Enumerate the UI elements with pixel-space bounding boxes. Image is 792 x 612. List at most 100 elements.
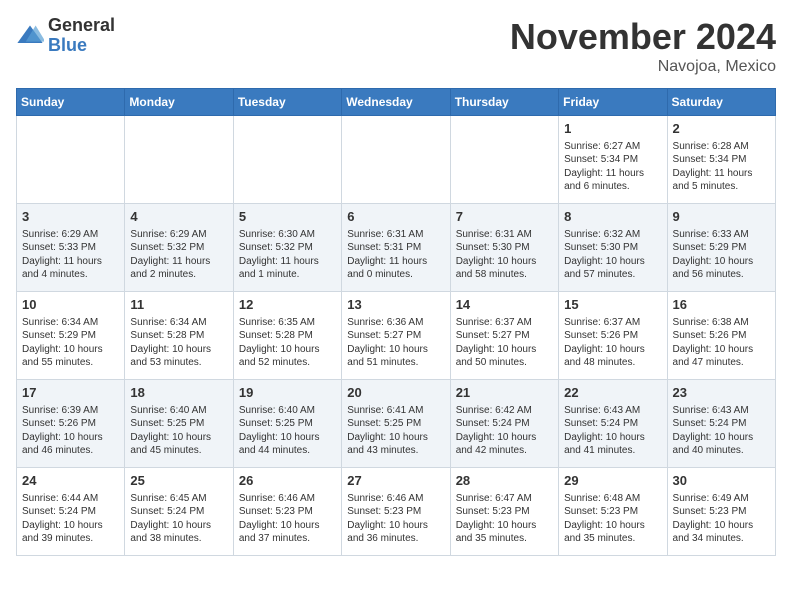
day-info-line: Sunset: 5:24 PM: [130, 505, 227, 519]
day-info-line: Sunset: 5:30 PM: [456, 241, 553, 255]
logo-text: General Blue: [48, 16, 115, 56]
calendar-header: SundayMondayTuesdayWednesdayThursdayFrid…: [17, 89, 776, 116]
day-info-line: Sunrise: 6:35 AM: [239, 316, 336, 330]
calendar-cell: [17, 116, 125, 204]
day-info-line: Sunrise: 6:49 AM: [673, 492, 770, 506]
calendar-cell: [233, 116, 341, 204]
day-info-line: Sunset: 5:23 PM: [673, 505, 770, 519]
day-info-line: Daylight: 10 hours and 37 minutes.: [239, 519, 336, 546]
day-info-line: Sunset: 5:29 PM: [673, 241, 770, 255]
day-info-line: Daylight: 10 hours and 41 minutes.: [564, 431, 661, 458]
day-number: 25: [130, 472, 227, 490]
day-number: 14: [456, 296, 553, 314]
day-number: 26: [239, 472, 336, 490]
day-info-line: Sunset: 5:25 PM: [239, 417, 336, 431]
calendar-cell: 8Sunrise: 6:32 AMSunset: 5:30 PMDaylight…: [559, 204, 667, 292]
day-number: 2: [673, 120, 770, 138]
day-info-line: Sunrise: 6:44 AM: [22, 492, 119, 506]
calendar-table: SundayMondayTuesdayWednesdayThursdayFrid…: [16, 88, 776, 556]
calendar-cell: 7Sunrise: 6:31 AMSunset: 5:30 PMDaylight…: [450, 204, 558, 292]
calendar-cell: 22 Sunrise: 6:43 AMSunset: 5:24 PMDayligh…: [559, 380, 667, 468]
calendar-cell: 2Sunrise: 6:28 AMSunset: 5:34 PMDaylight…: [667, 116, 775, 204]
calendar-week-row: 3Sunrise: 6:29 AMSunset: 5:33 PMDaylight…: [17, 204, 776, 292]
day-info-line: Daylight: 10 hours and 40 minutes.: [673, 431, 770, 458]
day-info-line: Daylight: 11 hours and 6 minutes.: [564, 167, 661, 194]
day-number: 10: [22, 296, 119, 314]
day-info-line: Sunset: 5:24 PM: [673, 417, 770, 431]
day-number: 21: [456, 384, 553, 402]
month-title: November 2024: [510, 16, 776, 58]
calendar-cell: 15 Sunrise: 6:37 AMSunset: 5:26 PMDayligh…: [559, 292, 667, 380]
day-number: 22: [564, 384, 661, 402]
calendar-cell: 27Sunrise: 6:46 AMSunset: 5:23 PMDayligh…: [342, 468, 450, 556]
day-info-line: Sunrise: 6:29 AM: [22, 228, 119, 242]
logo-icon: [16, 22, 44, 50]
day-info-line: Sunrise: 6:43 AM: [564, 404, 661, 418]
day-number: 15: [564, 296, 661, 314]
day-info-line: Sunrise: 6:36 AM: [347, 316, 444, 330]
calendar-cell: [342, 116, 450, 204]
weekday-header-row: SundayMondayTuesdayWednesdayThursdayFrid…: [17, 89, 776, 116]
day-info-line: Sunset: 5:25 PM: [130, 417, 227, 431]
weekday-header-friday: Friday: [559, 89, 667, 116]
day-info-line: Daylight: 10 hours and 48 minutes.: [564, 343, 661, 370]
day-number: 24: [22, 472, 119, 490]
calendar-cell: 18Sunrise: 6:40 AMSunset: 5:25 PMDayligh…: [125, 380, 233, 468]
day-number: 5: [239, 208, 336, 226]
page-header: General Blue November 2024 Navojoa, Mexi…: [16, 16, 776, 76]
day-info-line: Sunset: 5:30 PM: [564, 241, 661, 255]
weekday-header-thursday: Thursday: [450, 89, 558, 116]
day-info-line: Sunset: 5:26 PM: [564, 329, 661, 343]
day-number: 30: [673, 472, 770, 490]
day-info-line: Sunset: 5:23 PM: [239, 505, 336, 519]
day-number: 20: [347, 384, 444, 402]
day-info-line: Daylight: 10 hours and 34 minutes.: [673, 519, 770, 546]
calendar-cell: 5Sunrise: 6:30 AMSunset: 5:32 PMDaylight…: [233, 204, 341, 292]
day-info-line: Sunrise: 6:31 AM: [347, 228, 444, 242]
calendar-body: 1Sunrise: 6:27 AMSunset: 5:34 PMDaylight…: [17, 116, 776, 556]
day-info-line: Sunrise: 6:47 AM: [456, 492, 553, 506]
day-info-line: Daylight: 10 hours and 50 minutes.: [456, 343, 553, 370]
day-info-line: Daylight: 11 hours and 4 minutes.: [22, 255, 119, 282]
day-number: 27: [347, 472, 444, 490]
day-number: 4: [130, 208, 227, 226]
day-info-line: Daylight: 11 hours and 0 minutes.: [347, 255, 444, 282]
day-info-line: Sunset: 5:27 PM: [347, 329, 444, 343]
day-info-line: Sunset: 5:34 PM: [564, 153, 661, 167]
calendar-cell: 24Sunrise: 6:44 AMSunset: 5:24 PMDayligh…: [17, 468, 125, 556]
day-number: 3: [22, 208, 119, 226]
calendar-cell: 23Sunrise: 6:43 AMSunset: 5:24 PMDayligh…: [667, 380, 775, 468]
weekday-header-wednesday: Wednesday: [342, 89, 450, 116]
day-info-line: Sunset: 5:25 PM: [347, 417, 444, 431]
day-info-line: Daylight: 10 hours and 38 minutes.: [130, 519, 227, 546]
calendar-cell: 28Sunrise: 6:47 AMSunset: 5:23 PMDayligh…: [450, 468, 558, 556]
day-info-line: Daylight: 10 hours and 53 minutes.: [130, 343, 227, 370]
day-info-line: Daylight: 10 hours and 56 minutes.: [673, 255, 770, 282]
day-info-line: Daylight: 10 hours and 55 minutes.: [22, 343, 119, 370]
day-info-line: Daylight: 10 hours and 44 minutes.: [239, 431, 336, 458]
day-number: 16: [673, 296, 770, 314]
calendar-week-row: 24Sunrise: 6:44 AMSunset: 5:24 PMDayligh…: [17, 468, 776, 556]
day-number: 17: [22, 384, 119, 402]
day-number: 29: [564, 472, 661, 490]
day-info-line: Sunrise: 6:32 AM: [564, 228, 661, 242]
calendar-cell: 25 Sunrise: 6:45 AMSunset: 5:24 PMDayligh…: [125, 468, 233, 556]
day-number: 18: [130, 384, 227, 402]
day-info-line: Sunrise: 6:41 AM: [347, 404, 444, 418]
day-info-line: Sunset: 5:26 PM: [22, 417, 119, 431]
day-number: 13: [347, 296, 444, 314]
day-info-line: Sunset: 5:24 PM: [564, 417, 661, 431]
day-info-line: Sunset: 5:32 PM: [239, 241, 336, 255]
day-info-line: Sunset: 5:23 PM: [347, 505, 444, 519]
day-info-line: Sunrise: 6:37 AM: [564, 316, 661, 330]
day-number: 12: [239, 296, 336, 314]
logo-general: General: [48, 16, 115, 36]
day-info-line: Daylight: 10 hours and 46 minutes.: [22, 431, 119, 458]
day-info-line: Sunrise: 6:45 AM: [130, 492, 227, 506]
day-info-line: Sunset: 5:28 PM: [130, 329, 227, 343]
day-number: 11: [130, 296, 227, 314]
day-info-line: Daylight: 11 hours and 5 minutes.: [673, 167, 770, 194]
day-info-line: Sunrise: 6:30 AM: [239, 228, 336, 242]
day-info-line: Daylight: 10 hours and 43 minutes.: [347, 431, 444, 458]
weekday-header-saturday: Saturday: [667, 89, 775, 116]
